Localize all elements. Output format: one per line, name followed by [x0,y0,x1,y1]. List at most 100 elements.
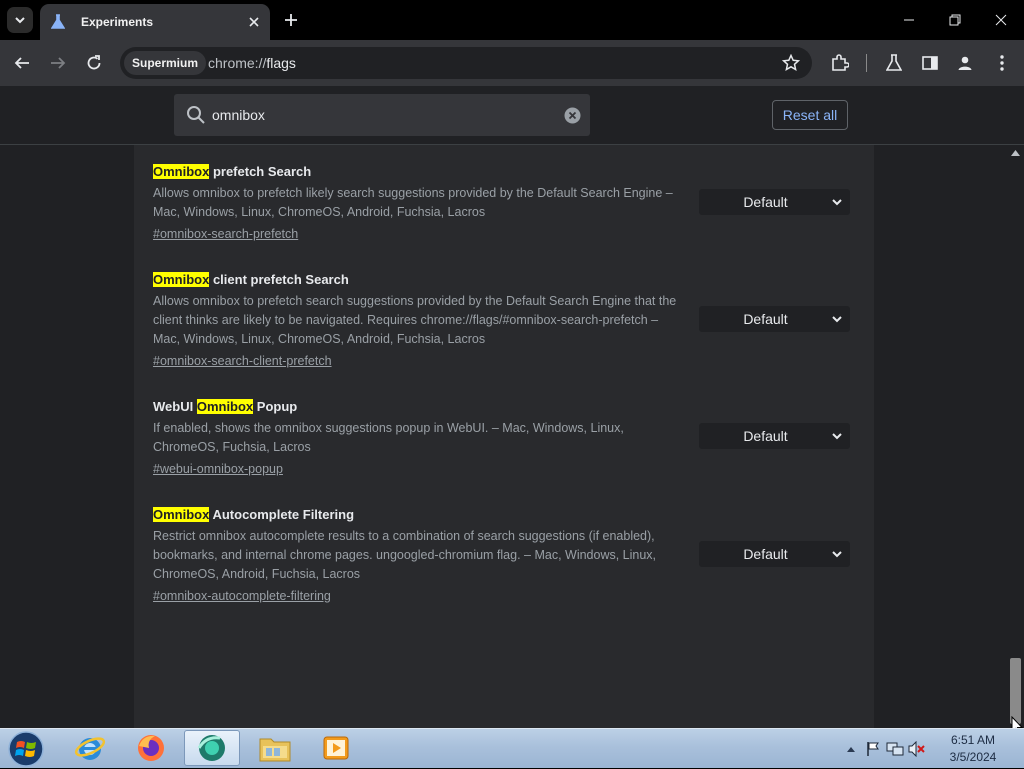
select-value: Default [743,546,788,562]
url-text[interactable]: chrome://flags [208,55,296,71]
side-panel-icon [922,56,938,70]
volume-muted-icon[interactable] [906,738,928,760]
reload-icon [87,55,101,70]
chevron-down-icon [832,199,842,206]
close-tab-icon[interactable] [246,14,262,30]
reload-button[interactable] [80,49,108,77]
search-highlight: Omnibox [153,272,210,287]
plus-icon [285,14,297,26]
profile-button[interactable] [951,49,979,77]
scroll-up-arrow-icon[interactable] [1011,150,1020,156]
search-highlight: Omnibox [153,507,210,522]
toolbar-divider [866,54,867,72]
bookmark-star-icon[interactable] [780,52,802,74]
title-suffix: client prefetch Search [209,272,349,287]
arrow-left-icon [14,57,29,69]
experiment-description: Restrict omnibox autocomplete results to… [153,529,657,581]
site-chip[interactable]: Supermium [124,51,207,75]
back-button[interactable] [8,49,36,77]
experiment-title: WebUI Omnibox Popup [153,398,693,415]
title-prefix: WebUI [153,399,197,414]
experiment-select[interactable]: Default [699,541,850,567]
chevron-down-icon [832,551,842,558]
internet-explorer-icon [74,737,106,760]
flags-search-input[interactable]: omnibox [174,94,590,136]
minimize-button[interactable] [886,0,932,40]
clear-search-icon[interactable] [564,107,581,129]
search-highlight: Omnibox [153,164,210,179]
url-path: flags [266,55,296,71]
restore-button[interactable] [932,0,978,40]
side-panel-button[interactable] [916,49,944,77]
tab-search-button[interactable] [7,7,33,33]
windows-logo-icon [8,731,44,767]
minimize-icon [904,19,914,21]
show-hidden-icons-button[interactable] [840,738,862,760]
clock-time: 6:51 AM [950,733,996,747]
url-scheme: chrome:// [208,55,267,71]
action-center-icon[interactable] [862,738,884,760]
restore-icon [949,14,961,26]
clock-date: 3/5/2024 [949,750,997,764]
taskbar-internet-explorer[interactable] [62,730,118,766]
menu-button[interactable] [988,49,1016,77]
taskbar-media-player[interactable] [308,730,364,766]
taskbar-firefox[interactable] [123,730,179,766]
close-icon [995,14,1007,26]
taskbar-clock[interactable]: 6:51 AM 3/5/2024 [930,732,1016,766]
start-button[interactable] [6,730,46,768]
tab-title: Experiments [81,15,154,29]
close-window-button[interactable] [978,0,1024,40]
experiment-omnibox-autocomplete-filtering: Omnibox Autocomplete Filtering Restrict … [153,506,693,606]
experiment-title: Omnibox prefetch Search [153,163,693,180]
flags-header: omnibox Reset all [0,86,1024,145]
flask-icon [886,54,902,71]
select-value: Default [743,194,788,210]
scrollbar-thumb[interactable] [1010,658,1021,724]
puzzle-icon [832,54,849,71]
experiment-select[interactable]: Default [699,306,850,332]
experiment-description: Allows omnibox to prefetch search sugges… [153,294,677,346]
browser-toolbar: Supermium chrome://flags [0,40,1024,86]
new-tab-button[interactable] [280,9,302,31]
reset-all-button[interactable]: Reset all [772,100,848,130]
experiment-select[interactable]: Default [699,423,850,449]
experiment-description: If enabled, shows the omnibox suggestion… [153,421,624,454]
title-suffix: Autocomplete Filtering [209,507,355,522]
windows-taskbar: 6:51 AM 3/5/2024 [0,728,1024,768]
experiment-permalink[interactable]: #omnibox-autocomplete-filtering [153,587,693,606]
supermium-icon [197,735,225,761]
chevron-down-icon [832,316,842,323]
firefox-icon [138,735,164,761]
experiment-select[interactable]: Default [699,189,850,215]
experiment-permalink[interactable]: #webui-omnibox-popup [153,460,693,479]
title-suffix: Popup [253,399,298,414]
person-icon [958,56,972,70]
network-icon[interactable] [884,738,906,760]
experiment-title: Omnibox client prefetch Search [153,271,693,288]
experiments-button[interactable] [880,49,908,77]
tab-strip: Experiments [0,0,1024,40]
experiment-omnibox-search-prefetch: Omnibox prefetch Search Allows omnibox t… [153,163,693,244]
taskbar-file-explorer[interactable] [247,730,303,766]
experiment-permalink[interactable]: #omnibox-search-prefetch [153,225,693,244]
experiment-webui-omnibox-popup: WebUI Omnibox Popup If enabled, shows th… [153,398,693,479]
kebab-menu-icon [1000,55,1004,71]
extensions-button[interactable] [826,49,854,77]
address-bar[interactable]: Supermium chrome://flags [120,47,812,79]
experiment-permalink[interactable]: #omnibox-search-client-prefetch [153,352,693,371]
search-highlight: Omnibox [196,399,254,414]
experiment-title: Omnibox Autocomplete Filtering [153,506,693,523]
forward-button[interactable] [44,49,72,77]
search-value: omnibox [212,107,265,123]
experiment-omnibox-search-client-prefetch: Omnibox client prefetch Search Allows om… [153,271,693,371]
taskbar-supermium[interactable] [184,730,240,766]
title-suffix: prefetch Search [209,164,312,179]
tab-experiments[interactable]: Experiments [40,4,270,40]
folder-icon [259,738,291,762]
system-tray [840,729,928,769]
page-scrollbar[interactable] [1007,145,1024,728]
experiment-description: Allows omnibox to prefetch likely search… [153,186,673,219]
chevron-down-icon [15,17,25,24]
chevron-up-icon [847,747,855,752]
